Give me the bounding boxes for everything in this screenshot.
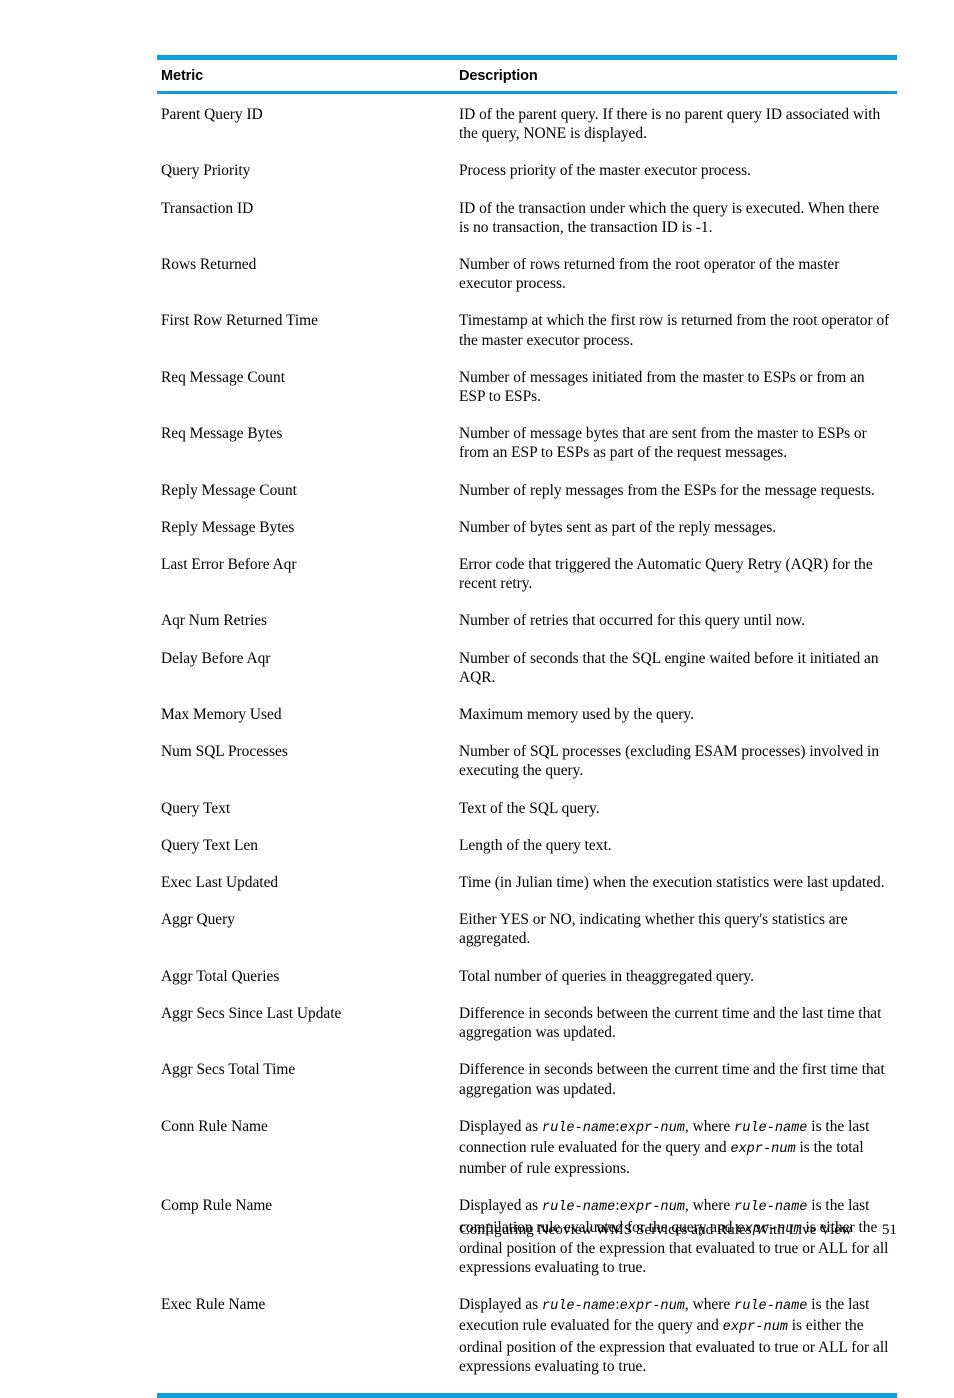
table-header-row: Metric Description (157, 60, 897, 91)
cell-metric: Reply Message Count (161, 481, 297, 499)
code-term: expr-num (730, 1141, 796, 1157)
description-text: Displayed as (459, 1117, 542, 1135)
cell-description: Number of message bytes that are sent fr… (459, 425, 867, 462)
page-footer: Configuring Neoview WMS Services and Rul… (0, 1221, 954, 1239)
cell-description: Displayed as rule-name:expr-num, where r… (455, 1286, 897, 1385)
metrics-table: Metric Description (157, 60, 897, 91)
table-row: Query Priority Process priority of the ma… (157, 152, 897, 189)
metrics-table-container: Metric Description Parent Query ID ID of … (157, 55, 897, 1398)
cell-metric: Num SQL Processes (161, 743, 288, 761)
table-row: Query Text Len Length of the query text. (157, 827, 897, 864)
footer-page-number: 51 (881, 1221, 897, 1238)
table-row: First Row Returned Time Timestamp at whic… (157, 302, 897, 358)
cell-metric: Transaction ID (161, 199, 254, 217)
cell-metric: Aggr Query (161, 911, 235, 929)
cell-metric: Parent Query ID (161, 106, 263, 123)
cell-metric: Delay Before Aqr (161, 649, 271, 667)
cell-description: Time (in Julian time) when the execution… (459, 874, 885, 892)
table-row: Req Message Bytes Number of message bytes… (157, 415, 897, 471)
table-row: Reply Message Count Number of reply messa… (157, 472, 897, 509)
table-bottom-rule (157, 1392, 897, 1398)
cell-metric: Query Text (161, 799, 231, 817)
cell-description: Length of the query text. (459, 836, 612, 854)
cell-metric: Last Error Before Aqr (161, 556, 297, 574)
description-text: , where (684, 1197, 735, 1215)
cell-metric: Query Text Len (161, 836, 258, 854)
table-row: Exec Last Updated Time (in Julian time) w… (157, 864, 897, 901)
cell-metric: Aggr Total Queries (161, 967, 280, 985)
code-term: rule-name (541, 1299, 616, 1315)
table-row: Req Message Count Number of messages init… (157, 359, 897, 415)
metrics-table-body: Parent Query ID ID of the parent query. I… (157, 94, 897, 1385)
table-row: Reply Message Bytes Number of bytes sent … (157, 509, 897, 546)
cell-description: Text of the SQL query. (459, 799, 600, 817)
cell-description: Number of messages initiated from the ma… (459, 368, 865, 406)
table-row: Last Error Before Aqr Error code that tri… (157, 546, 897, 602)
description-text: Displayed as (459, 1296, 542, 1314)
table-row: Aqr Num Retries Number of retries that oc… (157, 602, 897, 639)
code-term: rule-name (734, 1299, 808, 1315)
cell-metric: Req Message Bytes (161, 425, 283, 443)
cell-description: Difference in seconds between the curren… (459, 1061, 885, 1098)
cell-description: Timestamp at which the first row is retu… (459, 312, 890, 349)
cell-description: Maximum memory used by the query. (459, 706, 694, 724)
cell-metric: Max Memory Used (161, 706, 282, 724)
code-term: rule-name (734, 1200, 808, 1216)
cell-description: Process priority of the master executor … (459, 162, 751, 180)
table-row: Num SQL Processes Number of SQL processes… (157, 733, 897, 789)
table-row: Aggr Query Either YES or NO, indicating w… (157, 901, 897, 957)
footer-title: Configuring Neoview WMS Services and Rul… (459, 1221, 853, 1238)
cell-metric: Aqr Num Retries (161, 612, 268, 630)
code-term: rule-name (541, 1200, 616, 1216)
description-text: , where (684, 1117, 735, 1135)
cell-metric: Query Priority (161, 162, 251, 180)
table-row: Aggr Total Queries Total number of querie… (157, 958, 897, 995)
cell-description: Number of reply messages from the ESPs f… (459, 481, 875, 499)
cell-metric: Conn Rule Name (161, 1117, 268, 1135)
column-header-description: Description (459, 68, 538, 84)
description-text: , where (684, 1296, 735, 1314)
table-header: Metric Description (157, 60, 897, 91)
cell-description: ID of the parent query. If there is no p… (459, 106, 881, 143)
table-body: Parent Query ID ID of the parent query. I… (157, 94, 897, 1385)
table-row: Query Text Text of the SQL query. (157, 790, 897, 827)
table-row: Exec Rule Name Displayed as rule-name:exp… (157, 1286, 897, 1385)
cell-description: Total number of queries in theaggregated… (459, 967, 754, 985)
cell-description: Difference in seconds between the curren… (459, 1004, 882, 1042)
cell-description: Displayed as rule-name:expr-num, where r… (455, 1108, 897, 1188)
code-term: expr-num (619, 1120, 685, 1136)
cell-description: ID of the transaction under which the qu… (459, 199, 880, 236)
cell-metric: Rows Returned (161, 256, 257, 274)
table-row: Aggr Secs Total Time Difference in second… (157, 1051, 897, 1107)
cell-description: Number of rows returned from the root op… (459, 256, 840, 293)
cell-metric: Reply Message Bytes (161, 518, 295, 536)
code-term: rule-name (734, 1120, 808, 1136)
cell-metric: Req Message Count (161, 368, 285, 386)
cell-description: Number of SQL processes (excluding ESAM … (459, 743, 880, 780)
cell-description: Number of seconds that the SQL engine wa… (459, 649, 879, 686)
cell-metric: Exec Last Updated (161, 874, 279, 892)
cell-description: Either YES or NO, indicating whether thi… (459, 911, 848, 948)
cell-description: Number of retries that occurred for this… (459, 612, 806, 630)
cell-description: Error code that triggered the Automatic … (459, 556, 873, 593)
table-row: Conn Rule Name Displayed as rule-name:exp… (157, 1108, 897, 1188)
table-row: Transaction ID ID of the transaction unde… (157, 190, 897, 246)
code-term: expr-num (619, 1200, 685, 1216)
table-row: Delay Before Aqr Number of seconds that t… (157, 640, 897, 696)
table-row: Aggr Secs Since Last Update Difference in… (157, 995, 897, 1051)
table-row: Rows Returned Number of rows returned fro… (157, 246, 897, 302)
cell-metric: Aggr Secs Since Last Update (161, 1004, 342, 1022)
code-term: expr-num (619, 1299, 685, 1315)
cell-description: Number of bytes sent as part of the repl… (459, 518, 777, 536)
cell-metric: Exec Rule Name (161, 1296, 266, 1314)
description-text: Displayed as (459, 1197, 542, 1215)
cell-metric: First Row Returned Time (161, 312, 318, 330)
column-header-metric: Metric (161, 68, 204, 84)
table-row: Parent Query ID ID of the parent query. I… (157, 94, 897, 152)
document-page: Metric Description Parent Query ID ID of … (0, 0, 954, 1398)
code-term: rule-name (541, 1120, 616, 1136)
cell-metric: Aggr Secs Total Time (161, 1061, 296, 1079)
table-row: Max Memory Used Maximum memory used by th… (157, 696, 897, 733)
code-term: expr-num (722, 1320, 788, 1336)
